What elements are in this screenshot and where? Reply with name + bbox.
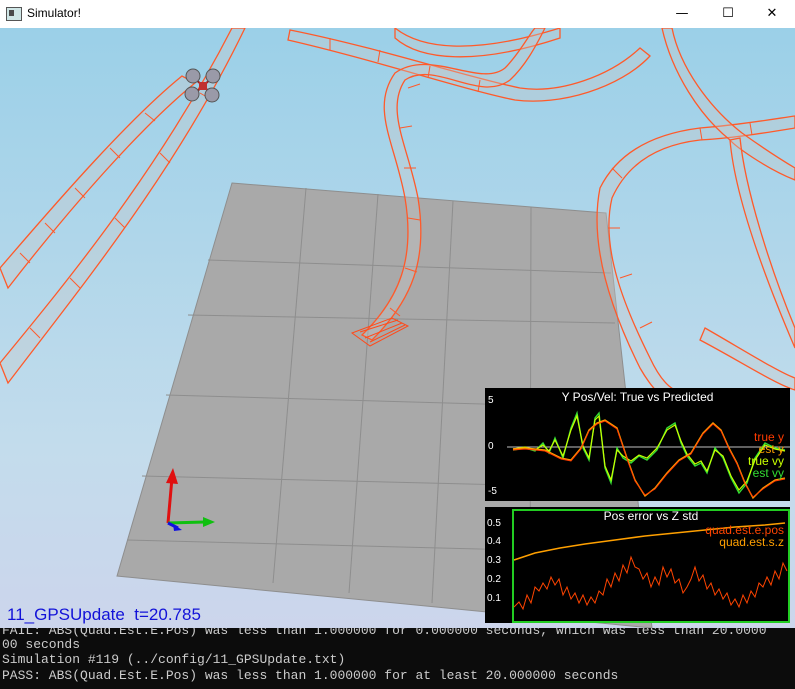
plot-bottom-legend: quad.est.e.pos quad.est.s.z <box>705 524 784 548</box>
legend-est-vy: est vy <box>752 466 784 480</box>
legend-est-s-z: quad.est.s.z <box>719 535 784 549</box>
maximize-button[interactable]: ☐ <box>705 0 751 28</box>
console-line: PASS: ABS(Quad.Est.E.Pos) was less than … <box>2 668 619 683</box>
window-title: Simulator! <box>27 6 82 20</box>
plot-y-pos-vel[interactable]: Y Pos/Vel: True vs Predicted 5 0 -5 true… <box>485 388 790 501</box>
scenario-time-label: 11_GPSUpdate t=20.785 <box>7 605 201 624</box>
app-icon <box>6 7 22 21</box>
plot-pos-error-z-std[interactable]: Pos error vs Z std 0.5 0.4 0.3 0.2 0.1 q… <box>485 507 790 623</box>
console-output[interactable]: FAIL: ABS(Quad.Est.E.Pos) was less than … <box>0 628 795 689</box>
plot-top-legend: true y est y true vy est vy <box>748 431 784 479</box>
close-icon: ✕ <box>766 6 778 21</box>
maximize-icon: ☐ <box>722 6 734 21</box>
console-line: Simulation #119 (../config/11_GPSUpdate.… <box>2 652 346 667</box>
console-line: FAIL: ABS(Quad.Est.E.Pos) was less than … <box>2 628 767 638</box>
title-bar: Simulator! — ☐ ✕ <box>0 0 795 29</box>
minimize-icon: — <box>675 6 689 21</box>
simulation-viewport[interactable]: 11_GPSUpdate t=20.785 Y Pos/Vel: True vs… <box>0 28 795 628</box>
close-button[interactable]: ✕ <box>749 0 795 28</box>
plot-y-pos-vel-traces <box>507 410 790 500</box>
minimize-button[interactable]: — <box>659 0 705 28</box>
console-line: 00 seconds <box>2 637 81 652</box>
